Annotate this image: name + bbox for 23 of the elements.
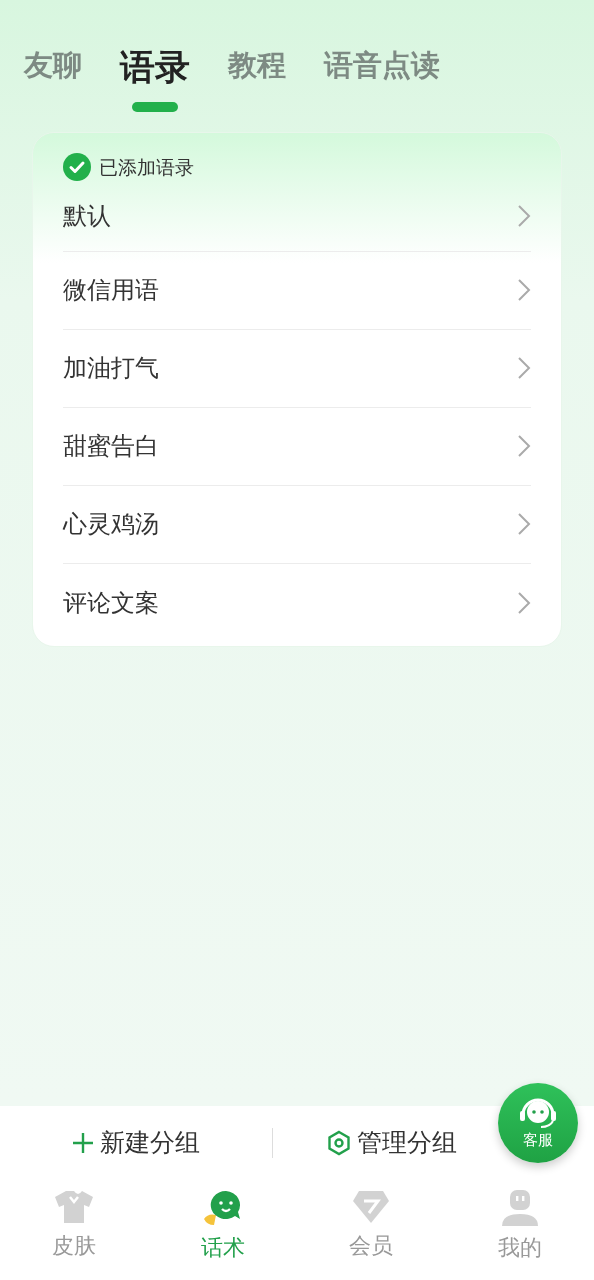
card-header: 已添加语录 (99, 155, 194, 180)
chevron-right-icon (517, 590, 531, 615)
check-icon (63, 153, 91, 182)
chevron-right-icon (517, 512, 531, 536)
person-icon (499, 1189, 540, 1227)
chevron-right-icon (517, 434, 531, 458)
list-item[interactable]: 微信用语 (63, 272, 159, 308)
chevron-right-icon (517, 356, 531, 380)
diamond-icon (351, 1189, 392, 1225)
chevron-right-icon (517, 278, 531, 302)
manage-group-button[interactable]: 管理分组 (320, 1123, 463, 1163)
tab[interactable]: 语录 (120, 41, 190, 132)
plus-icon (71, 1132, 94, 1154)
list-item[interactable]: 加油打气 (63, 350, 159, 386)
list-item[interactable]: 甜蜜告白 (63, 428, 159, 464)
chevron-right-icon (517, 204, 531, 228)
new-group-button[interactable]: 新建分组 (65, 1123, 206, 1163)
list-item[interactable]: 默认 (63, 198, 111, 234)
nav-tab[interactable]: 话术 (148, 1188, 297, 1265)
hexagon-icon (326, 1130, 351, 1156)
list-item[interactable]: 评论文案 (63, 584, 159, 621)
list-item[interactable]: 心灵鸡汤 (63, 506, 159, 542)
shirt-icon (53, 1189, 96, 1225)
